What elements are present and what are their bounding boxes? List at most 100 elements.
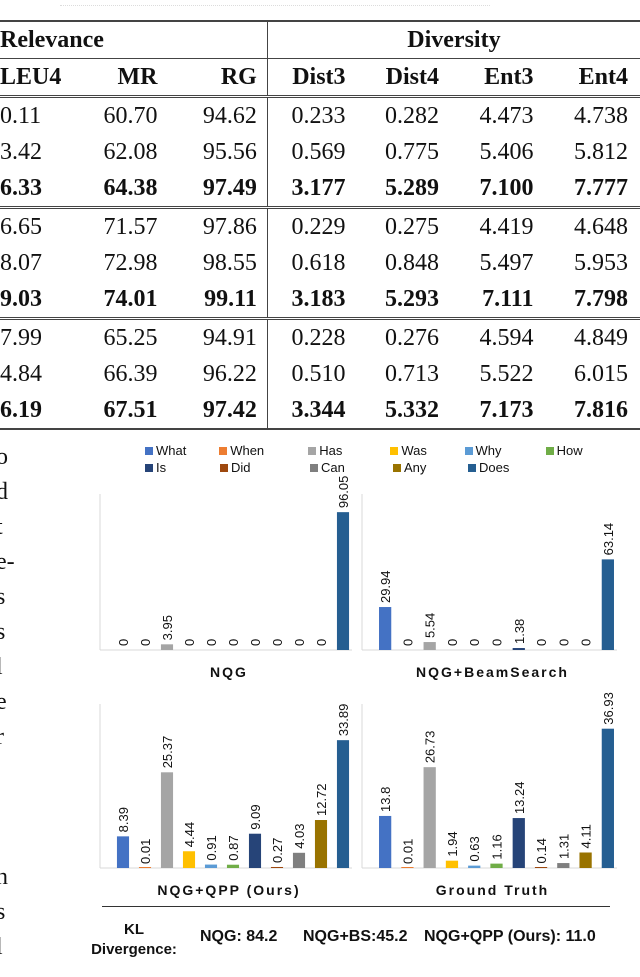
table-row: 7.99 65.25 94.91 0.228 0.276 4.594 4.849 xyxy=(0,317,640,356)
table-row: 4.84 66.39 96.22 0.510 0.713 5.522 6.015 xyxy=(0,356,640,392)
data-label: 0.01 xyxy=(400,839,415,864)
table-cell: 94.91 xyxy=(157,317,268,356)
data-label: 0 xyxy=(534,639,549,646)
diversity-header: Diversity xyxy=(266,20,640,59)
table-cell: 4.738 xyxy=(533,95,640,134)
data-label: 0.87 xyxy=(226,835,241,860)
text-fragment: d xyxy=(0,479,8,505)
table-cell: 98.55 xyxy=(202,249,257,276)
table-cell: 5.289 xyxy=(385,174,440,201)
table-cell: 67.51 xyxy=(69,392,158,430)
chart-nqg: 0 0 3.95 0 0 0 0 0 0 0 96.05 NQG xyxy=(98,476,360,685)
table-cell: 5.812 xyxy=(574,138,628,165)
table-cell: 6.33 xyxy=(0,174,42,201)
data-label: 12.72 xyxy=(314,783,329,816)
data-label: 0.01 xyxy=(138,839,153,864)
data-label: 1.31 xyxy=(556,834,571,859)
bar-did xyxy=(270,866,284,868)
bar-can xyxy=(292,852,306,868)
col-header: Dist4 xyxy=(345,58,440,97)
legend-label: Is xyxy=(156,460,167,475)
data-label: 13.8 xyxy=(378,787,393,812)
table-cell: 72.98 xyxy=(103,249,158,276)
legend-label: When xyxy=(230,443,265,458)
table-row: 8.07 72.98 98.55 0.618 0.848 5.497 5.953 xyxy=(0,245,640,281)
legend-label: Can xyxy=(321,460,345,475)
legend-label: What xyxy=(156,443,187,458)
table-cell: 5.522 xyxy=(479,360,534,387)
data-label: 0 xyxy=(138,639,153,646)
bar-was xyxy=(445,860,459,868)
bar-how xyxy=(490,863,503,868)
bar-does xyxy=(336,740,350,868)
kl-label-line2: Divergence: xyxy=(91,941,177,958)
chart-svg: 0 03.950 0 0 0 0 0 096.05 xyxy=(99,476,352,651)
text-fragment: s xyxy=(0,619,6,645)
table-cell: 65.25 xyxy=(69,317,158,356)
table-cell: 4.84 xyxy=(0,360,42,387)
text-fragment: t xyxy=(0,510,14,545)
legend-item: When xyxy=(219,442,308,459)
table-cell: 4.849 xyxy=(533,317,640,356)
text-fragment: l xyxy=(0,650,14,685)
legend-swatch xyxy=(220,463,228,472)
text-fragment: s xyxy=(0,899,6,925)
chart-legend: What When Has Was Why How Is Did Can Any Does xyxy=(145,442,605,476)
data-label: 8.39 xyxy=(116,807,131,832)
table-row: 0.11 60.70 94.62 0.233 0.282 4.473 4.738 xyxy=(0,95,640,134)
data-label: 0 xyxy=(270,639,285,646)
table-cell: 64.38 xyxy=(103,174,158,201)
table-cell: 4.473 xyxy=(439,95,534,134)
kl-bs-value: NQG+BS:45.2 xyxy=(303,928,408,945)
data-label: 0 xyxy=(248,639,263,646)
table-cell: 74.01 xyxy=(103,285,158,312)
text-fragment: r xyxy=(0,720,14,755)
bar-did xyxy=(534,867,548,868)
data-label: 0 xyxy=(204,639,219,646)
legend-item: Any xyxy=(393,459,468,476)
table-cell: 96.22 xyxy=(202,360,257,387)
data-label: 1.38 xyxy=(512,619,527,644)
legend-label: Did xyxy=(231,460,251,475)
chart-svg: 29.9405.540 0 0 1.38 0 0 063.14 xyxy=(361,494,617,651)
data-label: 4.44 xyxy=(182,822,197,847)
kl-qpp-value: NQG+QPP (Ours): 11.0 xyxy=(424,928,596,945)
data-label: 4.03 xyxy=(292,823,307,848)
table-cell: 0.275 xyxy=(345,206,440,245)
table-cell: 0.282 xyxy=(345,95,440,134)
legend-item: Did xyxy=(220,459,310,476)
kl-label-line1: KL xyxy=(124,921,144,938)
table-cell: 7.173 xyxy=(439,392,534,430)
bar-is xyxy=(512,648,525,650)
kl-label: KL Divergence: xyxy=(84,920,184,960)
text-fragment: e- xyxy=(0,549,14,575)
data-label: 1.94 xyxy=(445,831,460,856)
table-cell: 4.419 xyxy=(439,206,534,245)
bar-any xyxy=(579,852,592,868)
legend-item: Does xyxy=(468,459,550,476)
legend-item: Is xyxy=(145,459,220,476)
chart-nqg-qpp: 8.39 0.01 25.37 4.44 0.91 0.87 9.09 0.27 4.03 12.… xyxy=(98,690,360,905)
data-label: 26.73 xyxy=(423,731,438,764)
bar-can xyxy=(557,863,570,868)
relevance-header: Relevance xyxy=(0,20,268,59)
data-label: 0 xyxy=(400,639,415,646)
bar-what xyxy=(379,607,392,650)
chart-title: NQG xyxy=(210,664,248,680)
results-table: Relevance Diversity LEU4 MR RG Dist3 Dis… xyxy=(0,20,640,430)
chart-title: NQG+QPP (Ours) xyxy=(157,882,301,898)
table-cell: 0.775 xyxy=(385,138,440,165)
table-cell: 6.65 xyxy=(0,206,70,245)
chart-title: NQG+BeamSearch xyxy=(416,664,569,680)
table-cell: 4.648 xyxy=(533,206,640,245)
data-label: 33.89 xyxy=(336,704,351,737)
legend-label: Has xyxy=(319,443,343,458)
table-cell: 7.816 xyxy=(533,392,640,430)
data-label: 0 xyxy=(467,639,482,646)
table-cell: 0.618 xyxy=(266,245,346,281)
table-cell: 97.86 xyxy=(157,206,268,245)
chart-nqg-beamsearch: 29.94 0 5.54 0 0 0 1.38 0 0 0 63.14 NQG+BeamSearch xyxy=(360,480,625,685)
column-header-row: LEU4 MR RG Dist3 Dist4 Ent3 Ent4 xyxy=(0,58,640,97)
table-row: 6.65 71.57 97.86 0.229 0.275 4.419 4.648 xyxy=(0,206,640,245)
table-cell: 95.56 xyxy=(202,138,257,165)
